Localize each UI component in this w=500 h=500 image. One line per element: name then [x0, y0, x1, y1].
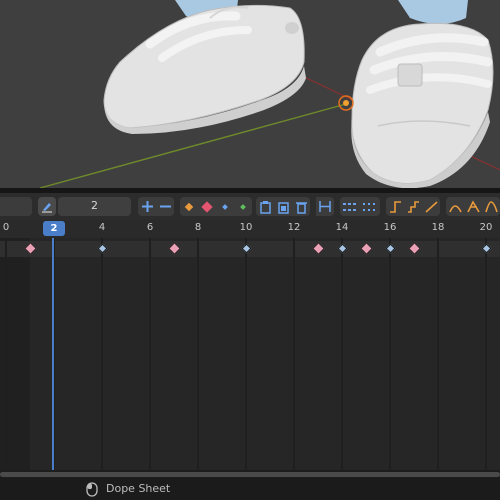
- delete-icon: [295, 201, 307, 214]
- zoom-in-button[interactable]: [138, 197, 156, 216]
- tick-label: 12: [287, 222, 301, 233]
- paste-keys-button[interactable]: [274, 197, 292, 216]
- tick-label: 0: [2, 222, 10, 233]
- draw-tool-button[interactable]: [38, 197, 56, 216]
- zoom-out-icon: [159, 205, 171, 208]
- copy-keys-button[interactable]: [256, 197, 274, 216]
- key-blue-button[interactable]: [216, 197, 234, 216]
- keyframe-red-icon: [201, 200, 213, 213]
- zoom-in-icon: [141, 201, 153, 212]
- tick-label: 18: [431, 222, 445, 233]
- key-red-button[interactable]: [198, 197, 216, 216]
- interpolation-linear-button[interactable]: [422, 197, 440, 216]
- snap-button[interactable]: [316, 197, 334, 216]
- interpolation-step-icon: [407, 201, 419, 213]
- interpolation-constant-icon: [389, 201, 401, 213]
- frame-field-value: 2: [91, 199, 98, 212]
- keyframe-orange-icon: [184, 202, 194, 211]
- snap-icon: [319, 201, 331, 212]
- keyframe-blue-icon: [222, 203, 228, 210]
- frame-gridline: [485, 238, 487, 470]
- markers-icon: [343, 202, 357, 211]
- zoom-out-button[interactable]: [156, 197, 174, 216]
- tick-label: 16: [383, 222, 397, 233]
- easing-inout-button[interactable]: [482, 197, 500, 216]
- tick-label: 6: [146, 222, 154, 233]
- easing-out-icon: [466, 200, 480, 213]
- easing-out-button[interactable]: [464, 197, 482, 216]
- frame-gridline: [5, 238, 7, 470]
- frame-gridline: [293, 238, 295, 470]
- status-bar: Dope Sheet: [0, 478, 500, 500]
- frame-gridline: [245, 238, 247, 470]
- markers-flip-icon: [363, 202, 377, 211]
- frame-gridline: [341, 238, 343, 470]
- easing-inout-icon: [484, 201, 498, 213]
- frame-gridline: [149, 238, 151, 470]
- tick-label: 8: [194, 222, 202, 233]
- key-green-button[interactable]: [234, 197, 252, 216]
- tick-label: 20: [479, 222, 493, 233]
- clipboard-copy-icon: [259, 200, 271, 214]
- keyframe-green-icon: [240, 203, 246, 210]
- frame-gridline: [101, 238, 103, 470]
- channel-region[interactable]: [0, 238, 500, 470]
- markers-button[interactable]: [340, 197, 360, 216]
- frame-ruler[interactable]: 0 4 6 8 10 12 14 16 18 20 2: [0, 220, 500, 238]
- tick-label: 4: [98, 222, 106, 233]
- pen-icon: [42, 203, 52, 213]
- markers-flip-button[interactable]: [360, 197, 380, 216]
- 3d-viewport[interactable]: [0, 0, 500, 188]
- easing-in-button[interactable]: [446, 197, 464, 216]
- clipboard-paste-icon: [277, 201, 289, 214]
- easing-in-icon: [448, 205, 462, 213]
- delete-keys-button[interactable]: [292, 197, 310, 216]
- key-orange-button[interactable]: [180, 197, 198, 216]
- frame-gridline: [197, 238, 199, 470]
- viewport-scene: [39, 0, 500, 188]
- tick-label: 10: [239, 222, 253, 233]
- current-frame-indicator[interactable]: 2: [43, 221, 65, 236]
- interpolation-linear-icon: [424, 201, 438, 213]
- frame-field[interactable]: 2: [58, 197, 131, 216]
- editor-type-label: Dope Sheet: [106, 482, 171, 495]
- interpolation-constant-button[interactable]: [386, 197, 404, 216]
- frame-gridline: [437, 238, 439, 470]
- scrollbar-thumb[interactable]: [0, 472, 500, 477]
- mode-selector[interactable]: [0, 197, 32, 216]
- frame-gridline: [389, 238, 391, 470]
- interpolation-step-button[interactable]: [404, 197, 422, 216]
- horizontal-scrollbar[interactable]: [0, 470, 500, 478]
- tick-label: 14: [335, 222, 349, 233]
- mouse-icon: [86, 482, 98, 497]
- dope-sheet-header: 2: [0, 193, 500, 220]
- playhead[interactable]: [52, 238, 54, 480]
